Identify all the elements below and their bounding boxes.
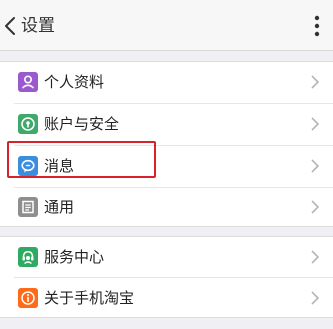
settings-group-help: 服务中心 关于手机淘宝 — [0, 236, 333, 318]
chevron-right-icon — [311, 75, 319, 89]
page-title: 设置 — [21, 16, 55, 36]
chevron-right-icon — [311, 291, 319, 305]
settings-item-general[interactable]: 通用 — [0, 187, 333, 228]
settings-item-label: 通用 — [44, 198, 75, 216]
about-icon — [18, 288, 38, 308]
chevron-right-icon — [311, 117, 319, 131]
settings-group-account: 个人资料 账户与安全 消息 通用 — [0, 61, 333, 227]
general-icon — [18, 197, 38, 217]
message-icon — [18, 156, 38, 176]
settings-item-label: 关于手机淘宝 — [44, 289, 135, 307]
chevron-right-icon — [311, 200, 319, 214]
settings-item-account-security[interactable]: 账户与安全 — [0, 104, 333, 145]
settings-item-profile[interactable]: 个人资料 — [0, 62, 333, 103]
settings-item-about[interactable]: 关于手机淘宝 — [0, 278, 333, 319]
settings-item-label: 个人资料 — [44, 73, 105, 91]
service-center-icon — [18, 247, 38, 267]
more-vertical-icon[interactable] — [313, 14, 321, 38]
back-chevron-icon[interactable] — [3, 16, 17, 36]
settings-item-label: 账户与安全 — [44, 115, 120, 133]
settings-item-messages[interactable]: 消息 — [0, 146, 333, 187]
account-security-icon — [18, 114, 38, 134]
settings-item-service-center[interactable]: 服务中心 — [0, 237, 333, 278]
profile-icon — [18, 72, 38, 92]
settings-item-label: 服务中心 — [44, 248, 105, 266]
chevron-right-icon — [311, 159, 319, 173]
settings-item-label: 消息 — [44, 157, 75, 175]
chevron-right-icon — [311, 250, 319, 264]
nav-bar: 设置 — [0, 0, 333, 51]
